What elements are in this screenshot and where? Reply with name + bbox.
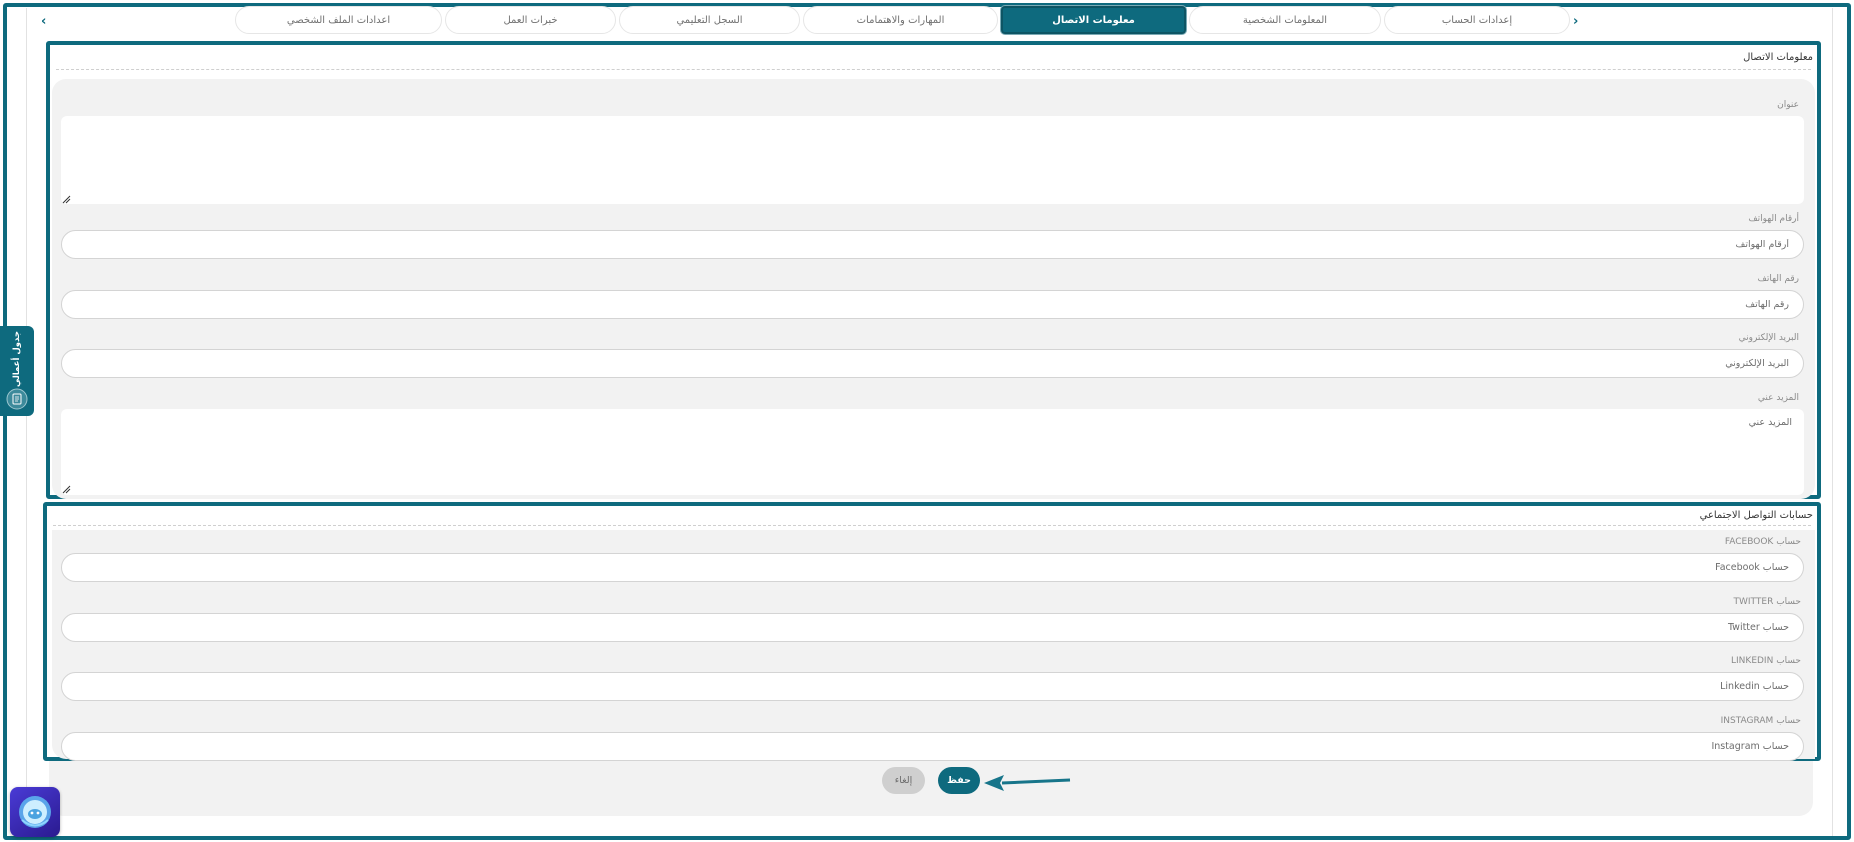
annotation-arrow-icon [984,775,1071,791]
contact-info-section: معلومات الاتصال عنوان أرقام الهواتف رقم … [46,41,1821,499]
phone-label: رقم الهاتف [1757,274,1799,284]
right-divider [1832,8,1833,836]
instagram-input[interactable] [61,732,1804,761]
about-label: المزيد عني [1757,393,1799,403]
address-field[interactable] [61,116,1804,204]
profile-tabs: ‹ اعدادات الملف الشخصي خبرات العمل السجل… [37,6,1827,36]
section-divider [56,69,1811,70]
social-accounts-section: حسابات التواصل الاجتماعي حساب FACEBOOK ح… [43,502,1821,761]
tab-personal-info[interactable]: المعلومات الشخصية [1189,6,1381,34]
tab-profile-settings[interactable]: اعدادات الملف الشخصي [235,6,442,34]
twitter-input[interactable] [61,613,1804,642]
email-input[interactable] [61,349,1804,378]
agenda-side-tab[interactable]: جدول أعمالي [0,326,34,416]
contact-section-title: معلومات الاتصال [1743,52,1813,63]
resize-grip-icon[interactable] [62,485,71,494]
email-label: البريد الإلكتروني [1738,333,1799,343]
about-field[interactable] [61,409,1804,495]
agenda-label: جدول أعمالي [12,330,22,388]
facebook-input[interactable] [61,553,1804,582]
twitter-label: حساب TWITTER [1733,597,1802,607]
left-divider [26,8,27,836]
address-label: عنوان [1777,100,1799,110]
assistant-launcher-button[interactable] [10,787,60,837]
instagram-label: حساب INSTAGRAM [1720,716,1801,726]
notebook-icon [6,388,28,410]
phone-input[interactable] [61,290,1804,319]
facebook-label: حساب FACEBOOK [1724,537,1801,547]
tab-education[interactable]: السجل التعليمي [619,6,800,34]
chevron-right-icon[interactable]: › [1573,14,1578,29]
actions-panel [49,761,1813,816]
linkedin-input[interactable] [61,672,1804,701]
cancel-button[interactable]: إلغاء [882,767,925,794]
chevron-left-icon[interactable]: ‹ [41,14,46,29]
phones-label: أرقام الهواتف [1748,214,1799,224]
assistant-orb-icon [19,796,51,828]
section-divider [53,525,1811,526]
tab-work-experience[interactable]: خبرات العمل [445,6,616,34]
linkedin-label: حساب LINKEDIN [1731,656,1801,666]
phones-input[interactable] [61,230,1804,259]
tab-skills[interactable]: المهارات والاهتمامات [803,6,998,34]
tab-account-settings[interactable]: إعدادات الحساب [1384,6,1570,34]
resize-grip-icon[interactable] [62,195,71,204]
tab-contact-info[interactable]: معلومات الاتصال [1001,6,1186,34]
social-section-title: حسابات التواصل الاجتماعي [1699,510,1813,521]
save-button[interactable]: حفظ [938,767,980,794]
